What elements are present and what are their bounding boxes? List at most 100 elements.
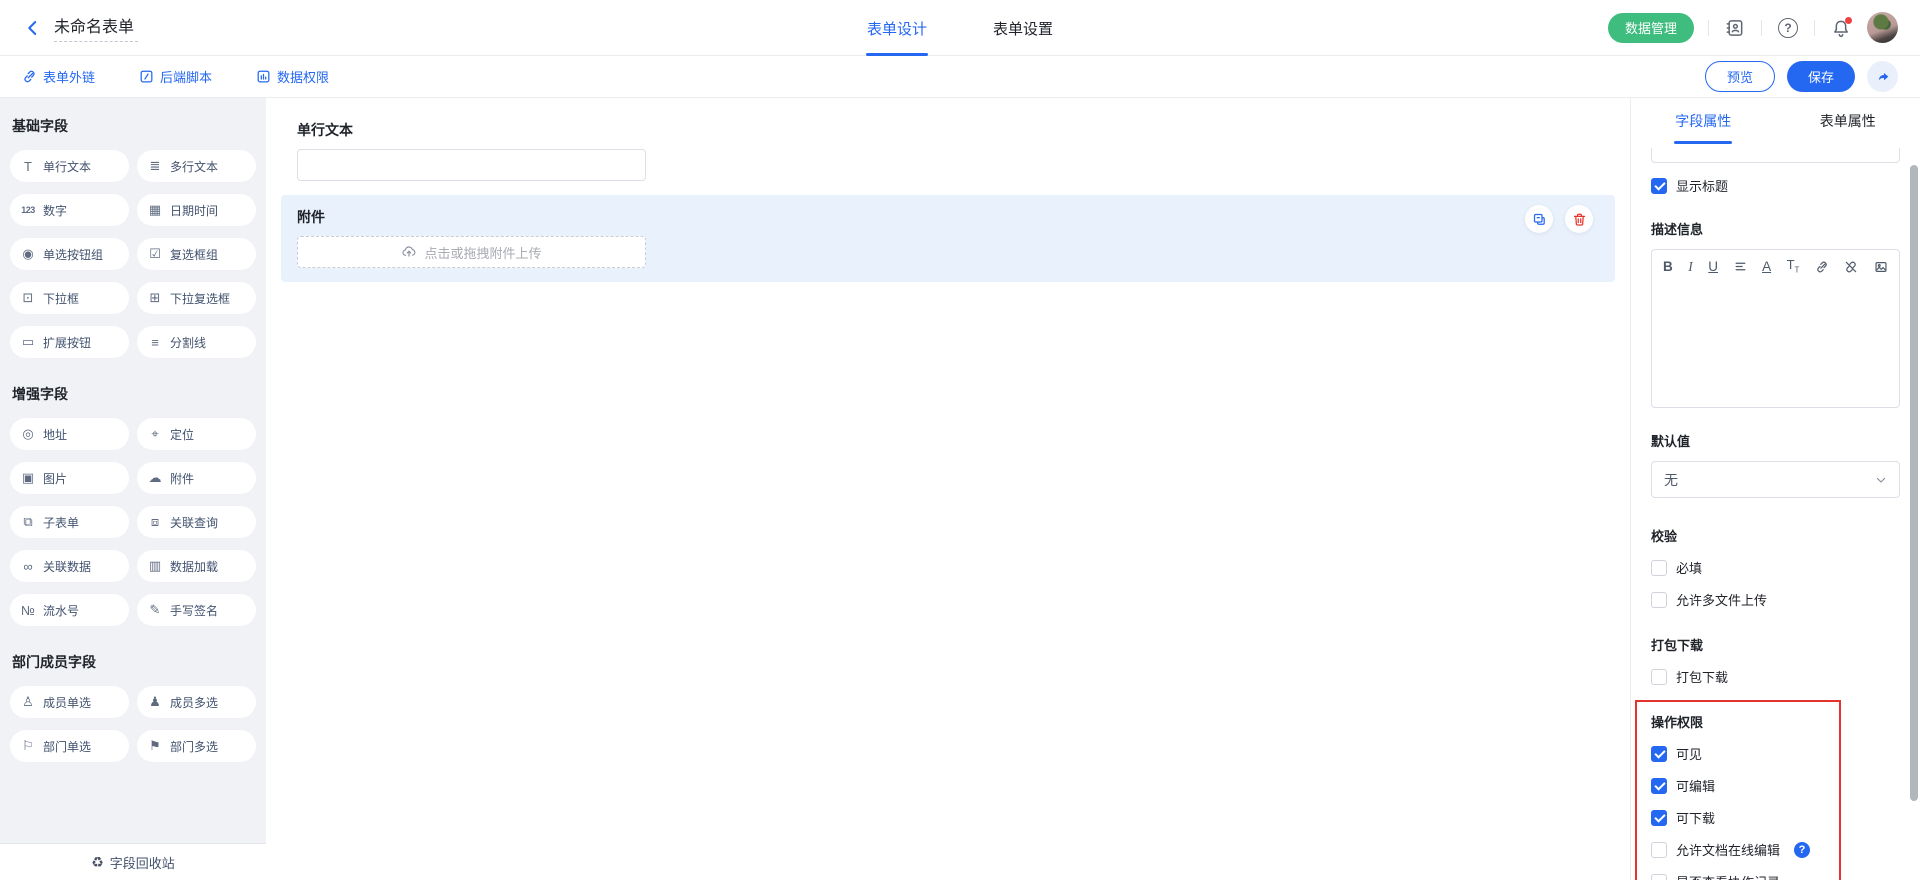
font-size-icon[interactable]: TT: [1787, 258, 1800, 275]
tab-field-properties[interactable]: 字段属性: [1631, 98, 1776, 144]
required-checkbox-row[interactable]: 必填: [1651, 558, 1900, 577]
location-icon: ⌖: [147, 426, 163, 442]
multi-file-upload-checkbox[interactable]: [1651, 592, 1667, 608]
back-icon[interactable]: [22, 17, 44, 39]
palette-item-member-multi[interactable]: ♟成员多选: [137, 686, 256, 718]
address-pin-icon: ◎: [20, 426, 36, 442]
save-button[interactable]: 保存: [1787, 61, 1855, 92]
package-download-checkbox-row[interactable]: 打包下载: [1651, 667, 1900, 686]
palette-item-serial-number[interactable]: №流水号: [10, 594, 129, 626]
radio-icon: ◉: [20, 246, 36, 262]
field-name-input-partial[interactable]: [1651, 148, 1900, 163]
data-manage-button[interactable]: 数据管理: [1608, 13, 1694, 43]
show-title-checkbox[interactable]: [1651, 178, 1667, 194]
palette-item-single-line-text[interactable]: T单行文本: [10, 150, 129, 182]
palette-item-checkbox-group[interactable]: ☑复选框组: [137, 238, 256, 270]
field-recycle-bin-button[interactable]: ♻ 字段回收站: [0, 843, 266, 880]
tab-form-settings[interactable]: 表单设置: [993, 0, 1053, 56]
palette-item-radio-group[interactable]: ◉单选按钮组: [10, 238, 129, 270]
copy-field-button[interactable]: [1525, 205, 1553, 233]
multi-file-upload-checkbox-row[interactable]: 允许多文件上传: [1651, 590, 1900, 609]
preview-button[interactable]: 预览: [1705, 61, 1775, 92]
palette-item-address[interactable]: ◎地址: [10, 418, 129, 450]
palette-item-data-loading[interactable]: ▥数据加载: [137, 550, 256, 582]
recycle-icon: ♻: [91, 854, 104, 871]
palette-item-related-query[interactable]: ⧈关联查询: [137, 506, 256, 538]
default-value-label: 默认值: [1651, 431, 1900, 450]
editor-toolbar: B I U A TT: [1652, 250, 1899, 283]
section-title-dept-member-fields: 部门成员字段: [12, 652, 254, 672]
editable-checkbox-row[interactable]: 可编辑: [1651, 776, 1829, 795]
palette-item-datetime[interactable]: ▦日期时间: [137, 194, 256, 226]
palette-item-dept-single[interactable]: ⚐部门单选: [10, 730, 129, 762]
palette-item-dropdown-multi[interactable]: ⊞下拉复选框: [137, 282, 256, 314]
contacts-book-icon[interactable]: [1723, 16, 1747, 40]
package-download-checkbox[interactable]: [1651, 669, 1667, 685]
single-line-text-input[interactable]: [297, 149, 646, 181]
visible-checkbox[interactable]: [1651, 746, 1667, 762]
editable-checkbox[interactable]: [1651, 778, 1667, 794]
palette-item-extend-button[interactable]: ▭扩展按钮: [10, 326, 129, 358]
share-button[interactable]: [1867, 61, 1898, 92]
attachment-upload-area[interactable]: 点击或拖拽附件上传: [297, 236, 646, 268]
downloadable-checkbox-row[interactable]: 可下载: [1651, 808, 1829, 827]
palette-item-handwritten-signature[interactable]: ✎手写签名: [137, 594, 256, 626]
delete-field-button[interactable]: [1565, 205, 1593, 233]
form-external-link-button[interactable]: 表单外链: [22, 67, 95, 86]
underline-icon[interactable]: U: [1708, 260, 1718, 274]
tab-form-design[interactable]: 表单设计: [867, 0, 927, 56]
view-collab-record-checkbox[interactable]: [1651, 874, 1667, 880]
operation-permission-highlight-box: 操作权限 可见 可编辑 可下载 允许文档在线编: [1635, 700, 1841, 880]
palette-item-dept-multi[interactable]: ⚑部门多选: [137, 730, 256, 762]
description-textarea[interactable]: [1652, 283, 1899, 407]
palette-item-multi-line-text[interactable]: ≣多行文本: [137, 150, 256, 182]
description-rich-text-editor[interactable]: B I U A TT: [1651, 249, 1900, 408]
palette-item-subform[interactable]: ⧉子表单: [10, 506, 129, 538]
user-avatar[interactable]: [1867, 12, 1898, 43]
panel-scrollbar[interactable]: [1910, 165, 1918, 801]
show-title-checkbox-row[interactable]: 显示标题: [1651, 176, 1900, 195]
font-color-icon[interactable]: A: [1762, 260, 1771, 274]
data-permission-button[interactable]: 数据权限: [256, 67, 329, 86]
chevron-down-icon: [1875, 474, 1887, 486]
palette-item-attachment[interactable]: ☁附件: [137, 462, 256, 494]
backend-script-button[interactable]: 后端脚本: [139, 67, 212, 86]
online-edit-checkbox-row[interactable]: 允许文档在线编辑 ?: [1651, 840, 1829, 859]
checkbox-icon: ☑: [147, 246, 163, 262]
canvas-field-single-line-text[interactable]: 单行文本: [281, 108, 1615, 195]
align-icon[interactable]: [1734, 260, 1747, 273]
required-checkbox[interactable]: [1651, 560, 1667, 576]
palette-item-member-single[interactable]: ♙成员单选: [10, 686, 129, 718]
insert-link-icon[interactable]: [1815, 260, 1829, 274]
palette-item-image[interactable]: ▣图片: [10, 462, 129, 494]
divider: [1708, 20, 1709, 36]
palette-item-number[interactable]: 123数字: [10, 194, 129, 226]
properties-panel: 字段属性 表单属性 显示标题 描述信息 B I U: [1630, 98, 1920, 880]
tab-form-properties[interactable]: 表单属性: [1776, 98, 1920, 144]
validation-section-title: 校验: [1651, 526, 1900, 545]
italic-icon[interactable]: I: [1688, 260, 1693, 274]
visible-checkbox-row[interactable]: 可见: [1651, 744, 1829, 763]
panel-tabs: 字段属性 表单属性: [1631, 98, 1920, 144]
palette-item-location[interactable]: ⌖定位: [137, 418, 256, 450]
help-icon[interactable]: ?: [1776, 16, 1800, 40]
online-edit-help-icon[interactable]: ?: [1794, 842, 1810, 858]
canvas-field-attachment-selected[interactable]: 附件 点击或拖拽附件上传: [281, 195, 1615, 282]
divider-line-icon: ≡: [147, 335, 163, 350]
insert-image-icon[interactable]: [1874, 260, 1888, 274]
downloadable-checkbox[interactable]: [1651, 810, 1667, 826]
description-label: 描述信息: [1651, 219, 1900, 238]
palette-item-dropdown[interactable]: ⊡下拉框: [10, 282, 129, 314]
copy-icon: [1532, 212, 1547, 227]
form-title[interactable]: 未命名表单: [54, 13, 138, 42]
notification-bell-icon[interactable]: [1829, 16, 1853, 40]
palette-item-divider-line[interactable]: ≡分割线: [137, 326, 256, 358]
remove-link-icon[interactable]: [1844, 260, 1858, 274]
online-edit-checkbox[interactable]: [1651, 842, 1667, 858]
bold-icon[interactable]: B: [1663, 260, 1673, 274]
palette-item-related-data[interactable]: ∞关联数据: [10, 550, 129, 582]
divider: [1814, 20, 1815, 36]
view-collab-record-checkbox-row[interactable]: 是否查看协作记录: [1651, 872, 1829, 880]
default-value-select[interactable]: 无: [1651, 461, 1900, 498]
image-icon: ▣: [20, 470, 36, 486]
